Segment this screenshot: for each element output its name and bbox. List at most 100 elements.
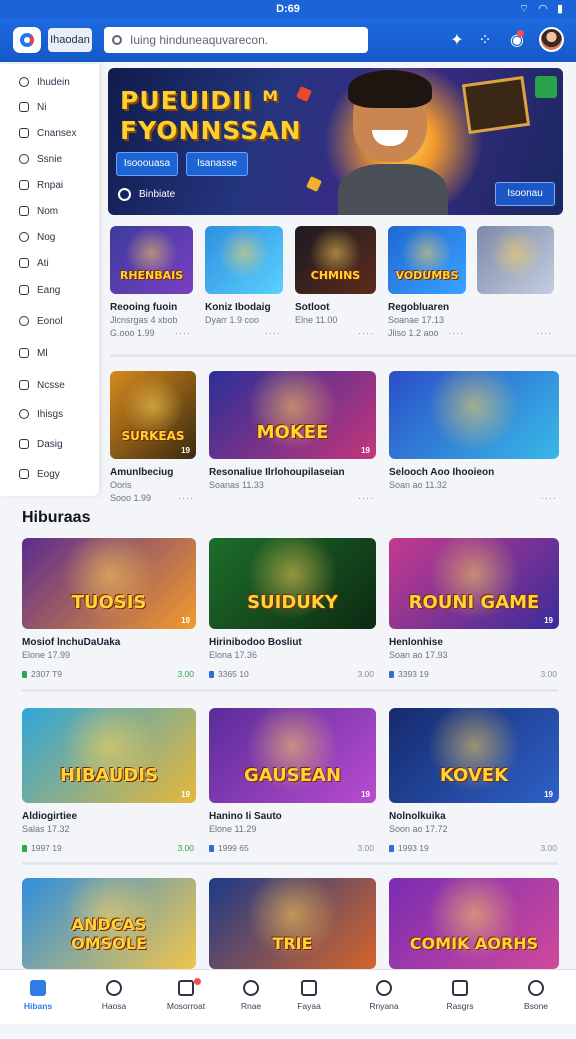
more-options-icon[interactable]: ····: [358, 493, 374, 503]
time-icon: [19, 380, 29, 390]
people-icon: [19, 316, 29, 326]
sidebar-item-label: Nog: [37, 231, 56, 243]
play-icon[interactable]: [535, 76, 557, 98]
game-thumbnail[interactable]: HIBAUDIS 19: [22, 708, 196, 803]
game-card[interactable]: Selooch Aoo Ihooieon Soan ao 11.32 ····: [389, 371, 559, 529]
game-stat: 1993 19: [389, 843, 429, 853]
game-card[interactable]: Koniz Ibodaig Dyarr 1.9 coo ····: [205, 226, 283, 364]
game-card[interactable]: KOVEK 19 Nolnolkuika Soon ao 17.72 1993 19 3.…: [389, 708, 559, 873]
game-thumbnail[interactable]: VODUMBS: [388, 226, 466, 294]
game-card[interactable]: ····: [477, 226, 554, 364]
home-button[interactable]: Ihaodan: [48, 28, 92, 52]
game-thumbnail[interactable]: MOKEE 19: [209, 371, 376, 459]
nav-item[interactable]: Fayaa: [279, 970, 339, 1025]
sidebar-item[interactable]: Nog: [0, 224, 55, 250]
game-thumbnail[interactable]: GAUSEAN 19: [209, 708, 376, 803]
game-thumbnail[interactable]: KOVEK 19: [389, 708, 559, 803]
hero-button-primary[interactable]: Isooouasa: [116, 152, 178, 176]
sidebar-item[interactable]: Ncsse: [0, 372, 65, 398]
game-thumbnail[interactable]: COMIK AORHS: [389, 878, 559, 969]
game-thumbnail[interactable]: TUOSIS 19: [22, 538, 196, 629]
status-icons: ⌔ ◠ ▮: [518, 3, 566, 15]
game-title[interactable]: Regobluaren: [388, 302, 449, 313]
logo-icon: [20, 33, 34, 47]
thumbnail-title: TRIE: [272, 933, 313, 953]
game-subtitle: Elone 17.99: [22, 650, 71, 660]
game-card[interactable]: HIBAUDIS 19 Aldiogirtiee Salas 17.32 1997 19…: [22, 708, 196, 873]
game-title[interactable]: Koniz Ibodaig: [205, 302, 271, 313]
sidebar-item[interactable]: Eonol: [0, 308, 63, 334]
nav-item[interactable]: Rasgrs: [430, 970, 490, 1025]
game-thumbnail[interactable]: ROUNI GAME 19: [389, 538, 559, 629]
sidebar-item[interactable]: Ml: [0, 340, 48, 366]
game-title[interactable]: Amunlbeciug: [110, 467, 173, 478]
game-card[interactable]: SUIDUKY Hirinibodoo Bosliut Elona 17.36 336…: [209, 538, 376, 699]
game-title[interactable]: Hirinibodoo Bosliut: [209, 637, 302, 648]
sidebar-item[interactable]: Ni: [0, 94, 46, 120]
game-title[interactable]: Mosiof lnchuDaUaka: [22, 637, 120, 648]
game-title[interactable]: Henlonhise: [389, 637, 443, 648]
game-thumbnail[interactable]: TRIE: [209, 878, 376, 969]
nav-item[interactable]: Mosorroat: [156, 970, 216, 1025]
game-thumbnail[interactable]: [389, 371, 559, 459]
game-rating: 3.00: [357, 843, 374, 853]
game-card[interactable]: ROUNI GAME 19 Henlonhise Soan ao 17.93 3393 …: [389, 538, 559, 699]
game-title[interactable]: Nolnolkuika: [389, 811, 446, 822]
more-options-icon[interactable]: ····: [448, 328, 464, 338]
game-thumbnail[interactable]: RHENBAIS: [110, 226, 193, 294]
sidebar-item[interactable]: Nom: [0, 198, 58, 224]
more-options-icon[interactable]: ····: [541, 493, 557, 503]
avatar[interactable]: [539, 27, 564, 52]
sparkle-icon[interactable]: ✦: [446, 30, 468, 50]
game-thumbnail[interactable]: CHMINS: [295, 226, 376, 294]
game-card[interactable]: SURKEAS 19 Amunlbeciug Ooris Sooo 1.99 ····: [110, 371, 196, 529]
game-title[interactable]: Reooing fuoin: [110, 302, 177, 313]
sidebar-item-label: Ncsse: [37, 379, 65, 391]
game-thumbnail[interactable]: [477, 226, 554, 294]
sidebar-item[interactable]: Ssnie: [0, 146, 62, 172]
more-options-icon[interactable]: ····: [178, 493, 194, 503]
hero-cta-button[interactable]: Isoonau: [495, 182, 555, 206]
sidebar-item[interactable]: Eang: [0, 277, 60, 303]
more-options-icon[interactable]: ····: [536, 328, 552, 338]
nav-item[interactable]: Rnyana: [354, 970, 414, 1025]
nav-item[interactable]: Haosa: [84, 970, 144, 1025]
game-card[interactable]: TUOSIS 19 Mosiof lnchuDaUaka Elone 17.99 230…: [22, 538, 196, 699]
game-subtitle: Ooris: [110, 480, 132, 490]
game-title[interactable]: Sotloot: [295, 302, 329, 313]
game-thumbnail[interactable]: [205, 226, 283, 294]
sidebar-item[interactable]: Eogy: [0, 461, 60, 487]
game-card[interactable]: CHMINS Sotloot Elne 11.00 ····: [295, 226, 376, 364]
game-thumbnail[interactable]: SUIDUKY: [209, 538, 376, 629]
game-thumbnail[interactable]: ANDCAS OMSOLE: [22, 878, 196, 969]
app-logo[interactable]: [13, 27, 41, 53]
game-card[interactable]: RHENBAIS Reooing fuoin Jlcnsrgas 4 xbob G.o…: [110, 226, 193, 364]
game-title[interactable]: Selooch Aoo Ihooieon: [389, 467, 494, 478]
game-title[interactable]: Hanino Ii Sauto: [209, 811, 282, 822]
game-card[interactable]: GAUSEAN 19 Hanino Ii Sauto Elone 11.29 1999 …: [209, 708, 376, 873]
thumbnail-badge: 19: [361, 790, 370, 799]
game-title[interactable]: Resonaliue Ilrlohoupilaseian: [209, 467, 345, 478]
nav-item[interactable]: Bsone: [506, 970, 566, 1025]
sidebar-item[interactable]: Ati: [0, 250, 49, 276]
hero-button-secondary[interactable]: Isanasse: [186, 152, 248, 176]
nav-item[interactable]: Hibans: [8, 970, 68, 1025]
user-icon: [19, 206, 29, 216]
sidebar-item[interactable]: Ihisgs: [0, 401, 63, 427]
sidebar-item[interactable]: Dasig: [0, 431, 63, 457]
grid-icon[interactable]: ⁘: [474, 30, 496, 50]
more-options-icon[interactable]: ····: [175, 328, 191, 338]
game-thumbnail[interactable]: SURKEAS 19: [110, 371, 196, 459]
game-card[interactable]: VODUMBS Regobluaren Soanae 17.13 Jliso 1.2 …: [388, 226, 466, 364]
hero-banner[interactable]: PUEUIDII ᴹ FYONNSSAN Isooouasa Isanasse …: [108, 68, 563, 215]
nav-item[interactable]: Rnae: [221, 970, 281, 1025]
more-options-icon[interactable]: ····: [358, 328, 374, 338]
game-card[interactable]: MOKEE 19 Resonaliue Ilrlohoupilaseian Soana…: [209, 371, 376, 529]
search-input[interactable]: Iuing hinduneaquvarecon.: [104, 27, 368, 53]
game-title[interactable]: Aldiogirtiee: [22, 811, 77, 822]
sidebar-item[interactable]: Rnpai: [0, 172, 63, 198]
sidebar-item[interactable]: Ihudein: [0, 69, 70, 95]
sidebar-item[interactable]: Cnansex: [0, 120, 76, 146]
game-stat: 2307 T9: [22, 669, 62, 679]
more-options-icon[interactable]: ····: [265, 328, 281, 338]
